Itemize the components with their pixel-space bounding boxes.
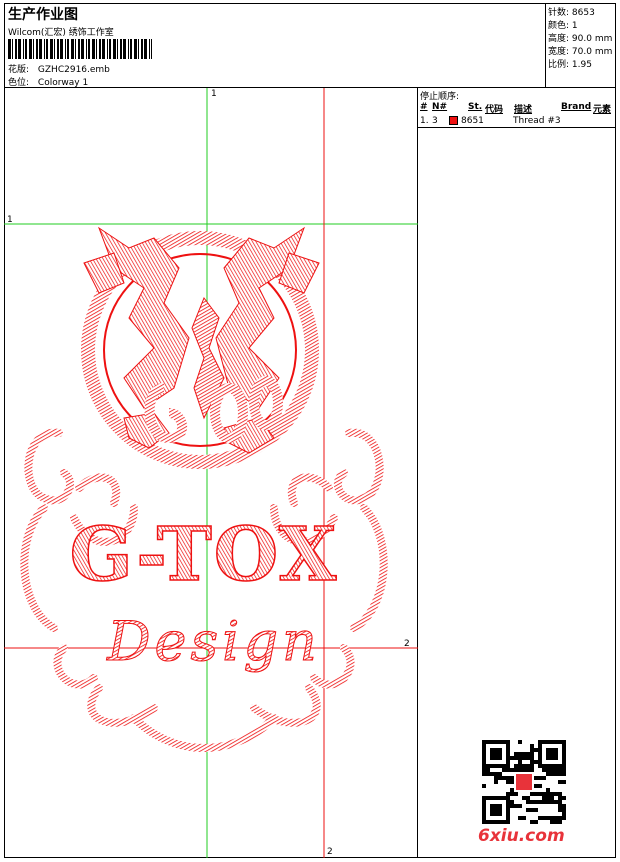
stat-scale: 比例: 1.95 bbox=[548, 60, 592, 70]
stat-width: 宽度: 70.0 mm bbox=[548, 47, 613, 57]
row-code: 8651 bbox=[461, 116, 484, 126]
thread-color-swatch bbox=[449, 116, 458, 125]
qr-code-icon bbox=[482, 740, 566, 824]
stop-sequence-divider bbox=[418, 127, 616, 128]
design-file-line: 花版: GZHC2916.emb bbox=[8, 62, 110, 75]
embroidery-preview: G-TOX Design 1 1 2 2 bbox=[4, 88, 418, 858]
row-needle: 3 bbox=[432, 116, 438, 126]
guide-label-top: 1 bbox=[211, 89, 217, 99]
row-description: Thread #3 bbox=[513, 116, 561, 126]
design-file-value: GZHC2916.emb bbox=[37, 65, 110, 75]
design-script-text: Design bbox=[106, 610, 321, 673]
guide-label-bottom: 2 bbox=[327, 847, 333, 857]
col-stitch: St. bbox=[468, 102, 483, 112]
row-index: 1. bbox=[420, 116, 429, 126]
stat-height: 高度: 90.0 mm bbox=[548, 34, 613, 44]
stat-stitches: 针数: 8653 bbox=[548, 8, 595, 18]
stop-sequence-title: 停止顺序: bbox=[420, 92, 460, 102]
colorway-label: 色位: bbox=[8, 78, 30, 88]
col-description: 描述 bbox=[514, 105, 533, 115]
stat-colors: 颜色: 1 bbox=[548, 21, 578, 31]
guide-label-right: 2 bbox=[404, 639, 410, 649]
barcode-icon bbox=[8, 39, 152, 59]
colorway-line: 色位: Colorway 1 bbox=[8, 75, 88, 88]
studio-name: Wilcom(汇宏) 绣饰工作室 bbox=[8, 28, 114, 38]
sheet-title: 生产作业图 bbox=[8, 7, 78, 23]
col-element: 元素 bbox=[593, 105, 612, 115]
col-code: 代码 bbox=[485, 105, 504, 115]
col-index: # bbox=[420, 102, 428, 112]
watermark-site: 6xiu.com bbox=[478, 826, 565, 846]
design-canvas: G-TOX Design 1 1 2 2 bbox=[4, 88, 418, 858]
col-brand: Brand bbox=[561, 102, 592, 112]
stats-panel: 针数: 8653 颜色: 1 高度: 90.0 mm 宽度: 70.0 mm 比… bbox=[546, 3, 616, 88]
col-needle: N# bbox=[432, 102, 448, 112]
guide-label-left: 1 bbox=[7, 215, 13, 225]
colorway-value: Colorway 1 bbox=[37, 78, 89, 88]
header-info-panel: 生产作业图 Wilcom(汇宏) 绣饰工作室 花版: GZHC2916.emb … bbox=[4, 3, 546, 88]
design-file-label: 花版: bbox=[8, 65, 30, 75]
design-main-text: G-TOX bbox=[70, 512, 339, 598]
